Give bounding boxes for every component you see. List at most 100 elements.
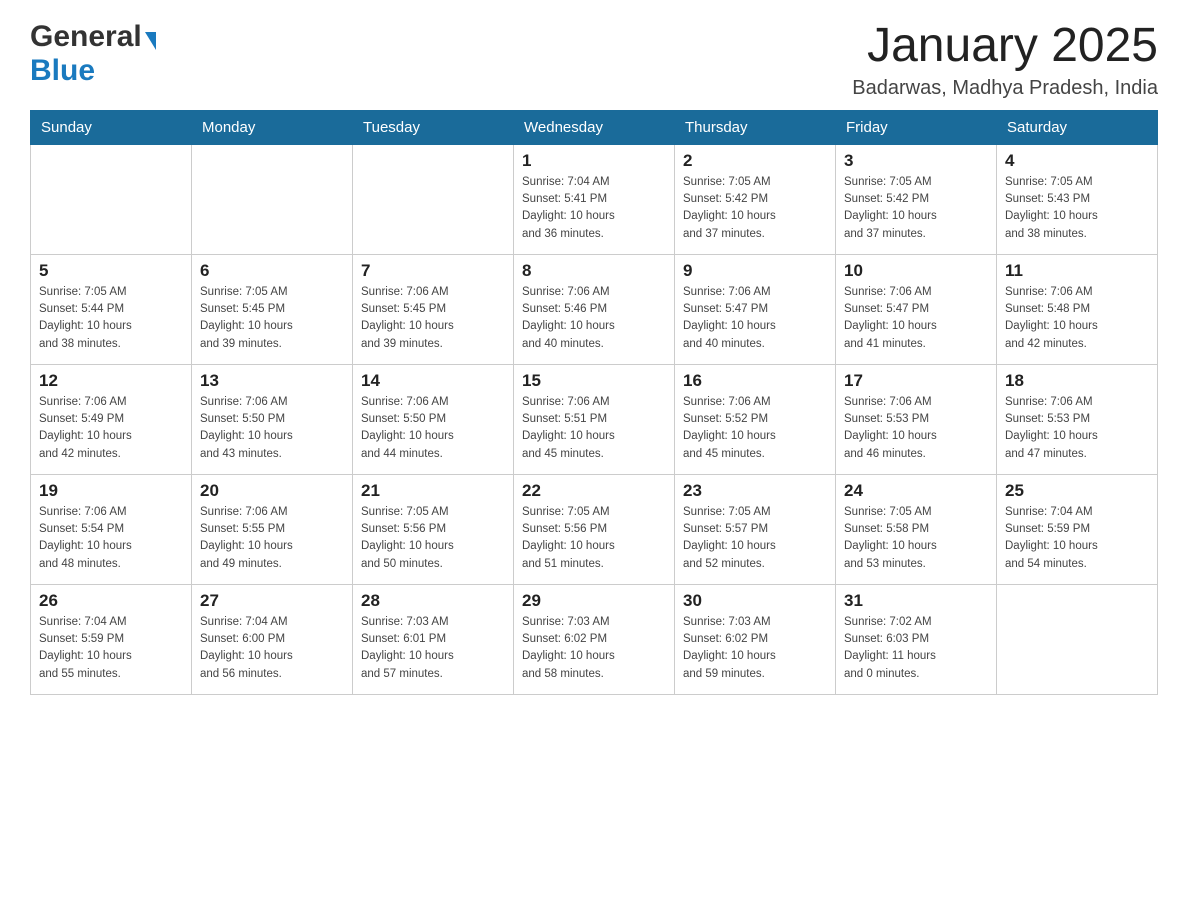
calendar-cell: 30Sunrise: 7:03 AM Sunset: 6:02 PM Dayli… <box>675 584 836 694</box>
day-info: Sunrise: 7:05 AM Sunset: 5:42 PM Dayligh… <box>683 174 827 243</box>
calendar-cell: 29 Sunrise: 7:03 AM Sunset: 6:02 PM Dayli… <box>514 584 675 694</box>
day-info: Sunrise: 7:02 AM Sunset: 6:03 PM Dayligh… <box>844 614 988 683</box>
day-info: Sunrise: 7:03 AM Sunset: 6:02 PM Dayligh… <box>522 614 666 683</box>
calendar-week-row: 19 Sunrise: 7:06 AM Sunset: 5:54 PM Dayli… <box>31 474 1158 584</box>
logo-arrow-icon <box>145 32 156 50</box>
day-info: Sunrise: 7:05 AM Sunset: 5:45 PM Dayligh… <box>200 284 344 353</box>
calendar-cell: 28 Sunrise: 7:03 AM Sunset: 6:01 PM Dayli… <box>353 584 514 694</box>
weekday-header-sunday: Sunday <box>31 110 192 144</box>
calendar-cell: 2 Sunrise: 7:05 AM Sunset: 5:42 PM Daylig… <box>675 144 836 254</box>
logo-blue: Blue <box>30 54 95 87</box>
day-number: 29 <box>522 591 666 611</box>
calendar-week-row: 1Sunrise: 7:04 AM Sunset: 5:41 PM Daylig… <box>31 144 1158 254</box>
calendar-cell: 10 Sunrise: 7:06 AM Sunset: 5:47 PM Dayli… <box>836 254 997 364</box>
calendar-week-row: 26 Sunrise: 7:04 AM Sunset: 5:59 PM Dayli… <box>31 584 1158 694</box>
day-number: 24 <box>844 481 988 501</box>
calendar-cell: 3 Sunrise: 7:05 AM Sunset: 5:42 PM Daylig… <box>836 144 997 254</box>
calendar-week-row: 5Sunrise: 7:05 AM Sunset: 5:44 PM Daylig… <box>31 254 1158 364</box>
day-number: 28 <box>361 591 505 611</box>
day-number: 25 <box>1005 481 1149 501</box>
calendar-cell: 20Sunrise: 7:06 AM Sunset: 5:55 PM Dayli… <box>192 474 353 584</box>
day-info: Sunrise: 7:05 AM Sunset: 5:57 PM Dayligh… <box>683 504 827 573</box>
calendar-cell <box>353 144 514 254</box>
day-info: Sunrise: 7:04 AM Sunset: 5:59 PM Dayligh… <box>39 614 183 683</box>
day-number: 15 <box>522 371 666 391</box>
day-info: Sunrise: 7:06 AM Sunset: 5:48 PM Dayligh… <box>1005 284 1149 353</box>
day-number: 4 <box>1005 151 1149 171</box>
calendar-cell: 23 Sunrise: 7:05 AM Sunset: 5:57 PM Dayli… <box>675 474 836 584</box>
calendar-cell: 19 Sunrise: 7:06 AM Sunset: 5:54 PM Dayli… <box>31 474 192 584</box>
day-number: 3 <box>844 151 988 171</box>
day-number: 23 <box>683 481 827 501</box>
day-info: Sunrise: 7:04 AM Sunset: 5:41 PM Dayligh… <box>522 174 666 243</box>
day-info: Sunrise: 7:06 AM Sunset: 5:50 PM Dayligh… <box>200 394 344 463</box>
calendar-cell: 15 Sunrise: 7:06 AM Sunset: 5:51 PM Dayli… <box>514 364 675 474</box>
day-number: 11 <box>1005 261 1149 281</box>
day-info: Sunrise: 7:06 AM Sunset: 5:51 PM Dayligh… <box>522 394 666 463</box>
day-number: 18 <box>1005 371 1149 391</box>
calendar-cell: 14 Sunrise: 7:06 AM Sunset: 5:50 PM Dayli… <box>353 364 514 474</box>
calendar-cell <box>31 144 192 254</box>
day-number: 10 <box>844 261 988 281</box>
weekday-header-saturday: Saturday <box>997 110 1158 144</box>
calendar-cell <box>997 584 1158 694</box>
calendar-cell: 6Sunrise: 7:05 AM Sunset: 5:45 PM Daylig… <box>192 254 353 364</box>
day-info: Sunrise: 7:04 AM Sunset: 5:59 PM Dayligh… <box>1005 504 1149 573</box>
weekday-header-monday: Monday <box>192 110 353 144</box>
day-number: 9 <box>683 261 827 281</box>
logo: General Blue <box>30 20 156 88</box>
weekday-header-friday: Friday <box>836 110 997 144</box>
calendar-cell <box>192 144 353 254</box>
calendar-cell: 8Sunrise: 7:06 AM Sunset: 5:46 PM Daylig… <box>514 254 675 364</box>
day-info: Sunrise: 7:06 AM Sunset: 5:50 PM Dayligh… <box>361 394 505 463</box>
calendar-cell: 21 Sunrise: 7:05 AM Sunset: 5:56 PM Dayli… <box>353 474 514 584</box>
day-info: Sunrise: 7:06 AM Sunset: 5:54 PM Dayligh… <box>39 504 183 573</box>
day-info: Sunrise: 7:05 AM Sunset: 5:44 PM Dayligh… <box>39 284 183 353</box>
calendar-table: SundayMondayTuesdayWednesdayThursdayFrid… <box>30 110 1158 695</box>
calendar-cell: 5Sunrise: 7:05 AM Sunset: 5:44 PM Daylig… <box>31 254 192 364</box>
subtitle: Badarwas, Madhya Pradesh, India <box>852 77 1158 100</box>
logo-general: General <box>30 20 142 54</box>
calendar-cell: 26 Sunrise: 7:04 AM Sunset: 5:59 PM Dayli… <box>31 584 192 694</box>
day-info: Sunrise: 7:06 AM Sunset: 5:47 PM Dayligh… <box>683 284 827 353</box>
day-number: 12 <box>39 371 183 391</box>
day-info: Sunrise: 7:05 AM Sunset: 5:42 PM Dayligh… <box>844 174 988 243</box>
day-number: 26 <box>39 591 183 611</box>
calendar-cell: 4Sunrise: 7:05 AM Sunset: 5:43 PM Daylig… <box>997 144 1158 254</box>
day-number: 14 <box>361 371 505 391</box>
calendar-cell: 12 Sunrise: 7:06 AM Sunset: 5:49 PM Dayli… <box>31 364 192 474</box>
calendar-cell: 31 Sunrise: 7:02 AM Sunset: 6:03 PM Dayli… <box>836 584 997 694</box>
day-number: 17 <box>844 371 988 391</box>
calendar-cell: 16 Sunrise: 7:06 AM Sunset: 5:52 PM Dayli… <box>675 364 836 474</box>
title-block: January 2025 Badarwas, Madhya Pradesh, I… <box>852 20 1158 100</box>
day-number: 2 <box>683 151 827 171</box>
weekday-header-tuesday: Tuesday <box>353 110 514 144</box>
day-info: Sunrise: 7:05 AM Sunset: 5:56 PM Dayligh… <box>361 504 505 573</box>
day-number: 31 <box>844 591 988 611</box>
day-number: 21 <box>361 481 505 501</box>
day-info: Sunrise: 7:05 AM Sunset: 5:58 PM Dayligh… <box>844 504 988 573</box>
calendar-cell: 13Sunrise: 7:06 AM Sunset: 5:50 PM Dayli… <box>192 364 353 474</box>
calendar-cell: 11 Sunrise: 7:06 AM Sunset: 5:48 PM Dayli… <box>997 254 1158 364</box>
day-info: Sunrise: 7:03 AM Sunset: 6:01 PM Dayligh… <box>361 614 505 683</box>
day-info: Sunrise: 7:03 AM Sunset: 6:02 PM Dayligh… <box>683 614 827 683</box>
page-header: General Blue January 2025 Badarwas, Madh… <box>30 20 1158 100</box>
calendar-cell: 1Sunrise: 7:04 AM Sunset: 5:41 PM Daylig… <box>514 144 675 254</box>
day-info: Sunrise: 7:06 AM Sunset: 5:52 PM Dayligh… <box>683 394 827 463</box>
calendar-cell: 7Sunrise: 7:06 AM Sunset: 5:45 PM Daylig… <box>353 254 514 364</box>
calendar-cell: 25 Sunrise: 7:04 AM Sunset: 5:59 PM Dayli… <box>997 474 1158 584</box>
day-number: 27 <box>200 591 344 611</box>
day-info: Sunrise: 7:06 AM Sunset: 5:46 PM Dayligh… <box>522 284 666 353</box>
day-number: 22 <box>522 481 666 501</box>
day-info: Sunrise: 7:06 AM Sunset: 5:49 PM Dayligh… <box>39 394 183 463</box>
day-info: Sunrise: 7:04 AM Sunset: 6:00 PM Dayligh… <box>200 614 344 683</box>
page-title: January 2025 <box>852 20 1158 73</box>
day-number: 19 <box>39 481 183 501</box>
weekday-header-wednesday: Wednesday <box>514 110 675 144</box>
calendar-cell: 9 Sunrise: 7:06 AM Sunset: 5:47 PM Daylig… <box>675 254 836 364</box>
weekday-header-thursday: Thursday <box>675 110 836 144</box>
day-info: Sunrise: 7:06 AM Sunset: 5:47 PM Dayligh… <box>844 284 988 353</box>
calendar-cell: 24 Sunrise: 7:05 AM Sunset: 5:58 PM Dayli… <box>836 474 997 584</box>
weekday-header-row: SundayMondayTuesdayWednesdayThursdayFrid… <box>31 110 1158 144</box>
day-number: 16 <box>683 371 827 391</box>
